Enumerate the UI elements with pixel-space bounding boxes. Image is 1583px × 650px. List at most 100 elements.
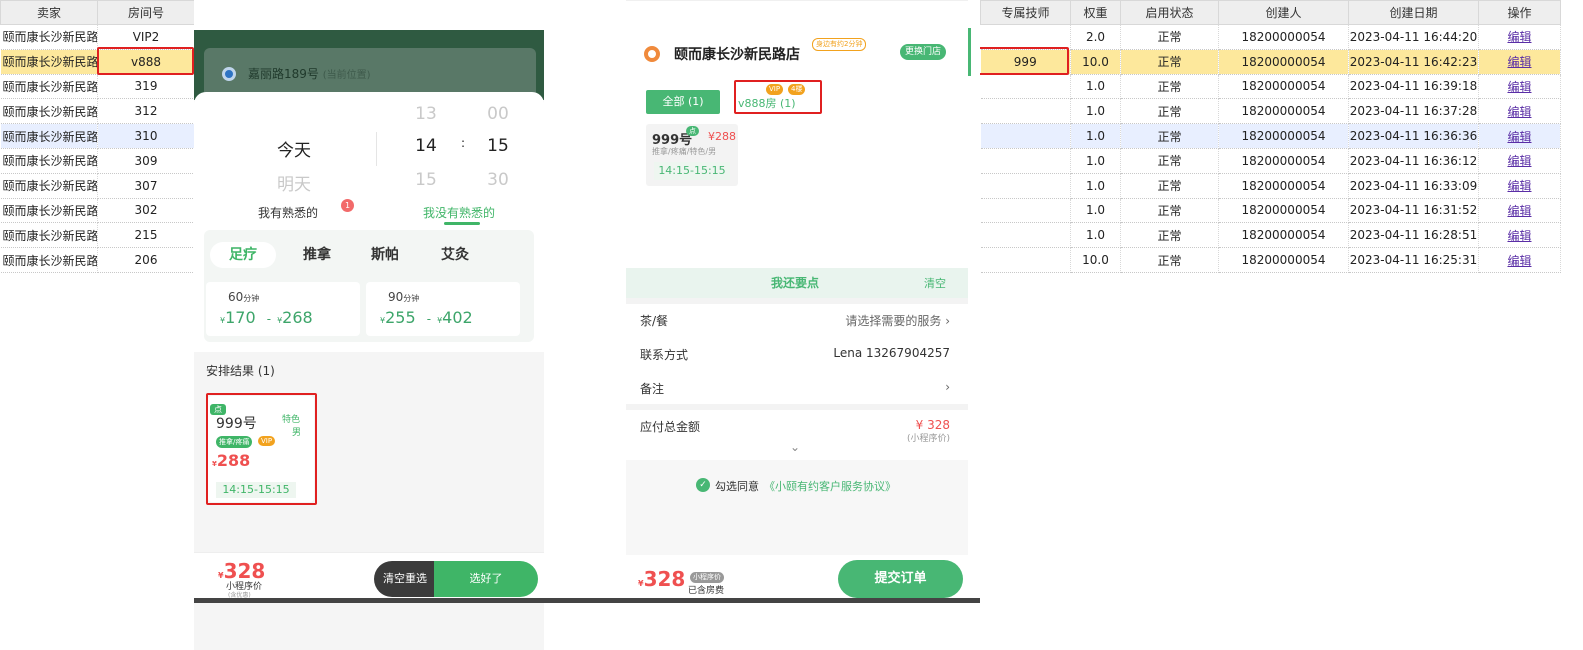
submit-order-button[interactable]: 提交订单 <box>838 560 963 598</box>
table-row[interactable]: 颐而康长沙新民路 319 <box>0 74 195 100</box>
cell-seller: 颐而康长沙新民路 <box>0 198 98 224</box>
header-tech[interactable]: 专属技师 <box>980 0 1071 25</box>
table-row[interactable]: 颐而康长沙新民路 v888 <box>0 49 195 75</box>
tab-service-0[interactable]: 足疗 <box>210 242 276 268</box>
cell-seller: 颐而康长沙新民路 <box>0 49 98 75</box>
result-title: 安排结果 (1) <box>206 364 275 378</box>
row-tea-meal[interactable]: 茶/餐 请选择需要的服务 › <box>640 312 950 329</box>
edit-link[interactable]: 编辑 <box>1507 105 1531 119</box>
cell-tech: 999 <box>980 49 1071 75</box>
store-icon <box>644 46 660 62</box>
tech-price: ¥288 <box>212 451 250 470</box>
edit-link[interactable]: 编辑 <box>1507 154 1531 168</box>
header-seller[interactable]: 卖家 <box>0 0 98 25</box>
location-bar[interactable]: 嘉丽路189号 (当前位置) <box>204 48 536 98</box>
table-row[interactable]: 颐而康长沙新民路 307 <box>0 173 195 199</box>
table-row[interactable]: 颐而康长沙新民路 302 <box>0 198 195 224</box>
minute-next[interactable]: 30 <box>478 170 518 190</box>
tab-room-v888[interactable]: v888房 (1) <box>738 95 796 111</box>
cell-creator: 18200000054 <box>1218 148 1349 174</box>
hour-selected[interactable]: 14 <box>406 136 446 156</box>
table-row[interactable]: 颐而康长沙新民路 206 <box>0 247 195 273</box>
extra-service-header: 我还要点 清空 <box>626 268 968 298</box>
clear-reselect-button[interactable]: 清空重选 <box>374 561 436 597</box>
table-row[interactable]: 颐而康长沙新民路 215 <box>0 222 195 249</box>
tab-service-2[interactable]: 斯帕 <box>352 242 418 268</box>
cell-tech <box>980 74 1071 100</box>
header-date[interactable]: 创建日期 <box>1348 0 1479 25</box>
table-row[interactable]: 2.0 正常 18200000054 2023-04-11 16:44:20 编辑 <box>980 24 1561 50</box>
payable-value: ¥ 328 <box>915 418 950 432</box>
cell-action: 编辑 <box>1478 74 1561 100</box>
table-row[interactable]: 颐而康长沙新民路 309 <box>0 148 195 174</box>
tech-card[interactable]: 点 999号 特色 男 推拿/疼痛 VIP ¥288 14:15-15:15 <box>208 396 314 502</box>
table-row[interactable]: 颐而康长沙新民路 310 <box>0 123 195 149</box>
table-row[interactable]: 1.0 正常 18200000054 2023-04-11 16:37:28 编辑 <box>980 98 1561 125</box>
cell-date: 2023-04-11 16:31:52 <box>1348 198 1479 224</box>
edit-link[interactable]: 编辑 <box>1507 179 1531 193</box>
bottom-total-value: 328 <box>643 567 686 591</box>
edit-link[interactable]: 编辑 <box>1507 254 1531 268</box>
table-row[interactable]: 1.0 正常 18200000054 2023-04-11 16:39:18 编辑 <box>980 74 1561 100</box>
check-agree-icon[interactable]: ✓ <box>696 478 710 492</box>
table-row[interactable]: 1.0 正常 18200000054 2023-04-11 16:31:52 编辑 <box>980 198 1561 224</box>
header-status[interactable]: 启用状态 <box>1120 0 1219 25</box>
extra-service-clear[interactable]: 清空 <box>924 275 946 291</box>
change-store-button[interactable]: 更换门店 <box>900 44 947 60</box>
tab-service-3[interactable]: 艾灸 <box>422 242 488 268</box>
agreement-link[interactable]: 《小颐有约客户服务协议》 <box>764 478 896 494</box>
order-tech-price: ¥288 <box>708 130 736 143</box>
edit-link[interactable]: 编辑 <box>1507 30 1531 44</box>
table-row[interactable]: 颐而康长沙新民路 VIP2 <box>0 24 195 50</box>
header-weight[interactable]: 权重 <box>1070 0 1121 25</box>
tab-service-1[interactable]: 推拿 <box>284 242 350 268</box>
edit-link[interactable]: 编辑 <box>1507 55 1531 69</box>
tab-all[interactable]: 全部 (1) <box>646 90 720 114</box>
table-row[interactable]: 999 10.0 正常 18200000054 2023-04-11 16:42:23 编… <box>980 49 1561 75</box>
table-row[interactable]: 1.0 正常 18200000054 2023-04-11 16:36:36 编辑 <box>980 123 1561 149</box>
booking-panel: 嘉丽路189号 (当前位置) 今天 明天 13 14 15 : 00 15 30… <box>194 0 544 650</box>
cell-status: 正常 <box>1120 173 1219 199</box>
table-row[interactable]: 颐而康长沙新民路 312 <box>0 98 195 125</box>
minute-prev[interactable]: 00 <box>478 104 518 124</box>
header-room[interactable]: 房间号 <box>97 0 195 25</box>
tab-familiar[interactable]: 我有熟悉的 <box>258 204 318 221</box>
tab-not-familiar[interactable]: 我没有熟悉的 <box>423 204 495 221</box>
hour-next[interactable]: 15 <box>406 170 446 190</box>
edit-link[interactable]: 编辑 <box>1507 80 1531 94</box>
order-tech-card[interactable]: 999号 点 ¥288 推拿/疼痛/特色/男 14:15-15:15 <box>646 124 738 186</box>
table-row[interactable]: 10.0 正常 18200000054 2023-04-11 16:25:31 编辑 <box>980 247 1561 273</box>
price-card-60[interactable]: 60分钟 ¥170 - ¥268 <box>206 282 360 336</box>
row-remark[interactable]: 备注 › <box>640 380 950 397</box>
table-row[interactable]: 1.0 正常 18200000054 2023-04-11 16:28:51 编辑 <box>980 222 1561 249</box>
edit-link[interactable]: 编辑 <box>1507 229 1531 243</box>
table-row[interactable]: 1.0 正常 18200000054 2023-04-11 16:36:12 编辑 <box>980 148 1561 174</box>
chevron-down-icon[interactable]: ⌄ <box>790 440 800 454</box>
chevron-right-icon: › <box>945 314 950 328</box>
panel-bottom-line <box>194 598 980 603</box>
price-high: 402 <box>442 308 473 327</box>
minute-selected[interactable]: 15 <box>478 136 518 156</box>
cell-date: 2023-04-11 16:28:51 <box>1348 222 1479 249</box>
header-creator[interactable]: 创建人 <box>1218 0 1349 25</box>
cell-seller: 颐而康长沙新民路 <box>0 24 98 50</box>
cell-room: 206 <box>97 247 195 273</box>
store-distance-tag: 身边有约2分钟 <box>812 38 867 51</box>
edit-link[interactable]: 编辑 <box>1507 204 1531 218</box>
day-selected[interactable]: 今天 <box>254 136 334 161</box>
price-card-90[interactable]: 90分钟 ¥255 - ¥402 <box>366 282 520 336</box>
table-row[interactable]: 1.0 正常 18200000054 2023-04-11 16:33:09 编辑 <box>980 173 1561 199</box>
header-action[interactable]: 操作 <box>1478 0 1561 25</box>
agree-text: 勾选同意 <box>715 480 759 493</box>
cell-seller: 颐而康长沙新民路 <box>0 173 98 199</box>
row-contact[interactable]: 联系方式 Lena 13267904257 <box>640 346 950 363</box>
hour-prev[interactable]: 13 <box>406 104 446 124</box>
payable-label: 应付总金额 <box>640 420 701 434</box>
cell-weight: 2.0 <box>1070 24 1121 50</box>
edit-link[interactable]: 编辑 <box>1507 130 1531 144</box>
cell-weight: 1.0 <box>1070 123 1121 149</box>
cell-status: 正常 <box>1120 24 1219 50</box>
confirm-select-button[interactable]: 选好了 <box>434 561 538 597</box>
day-next[interactable]: 明天 <box>254 170 334 195</box>
price-low: 255 <box>385 308 416 327</box>
